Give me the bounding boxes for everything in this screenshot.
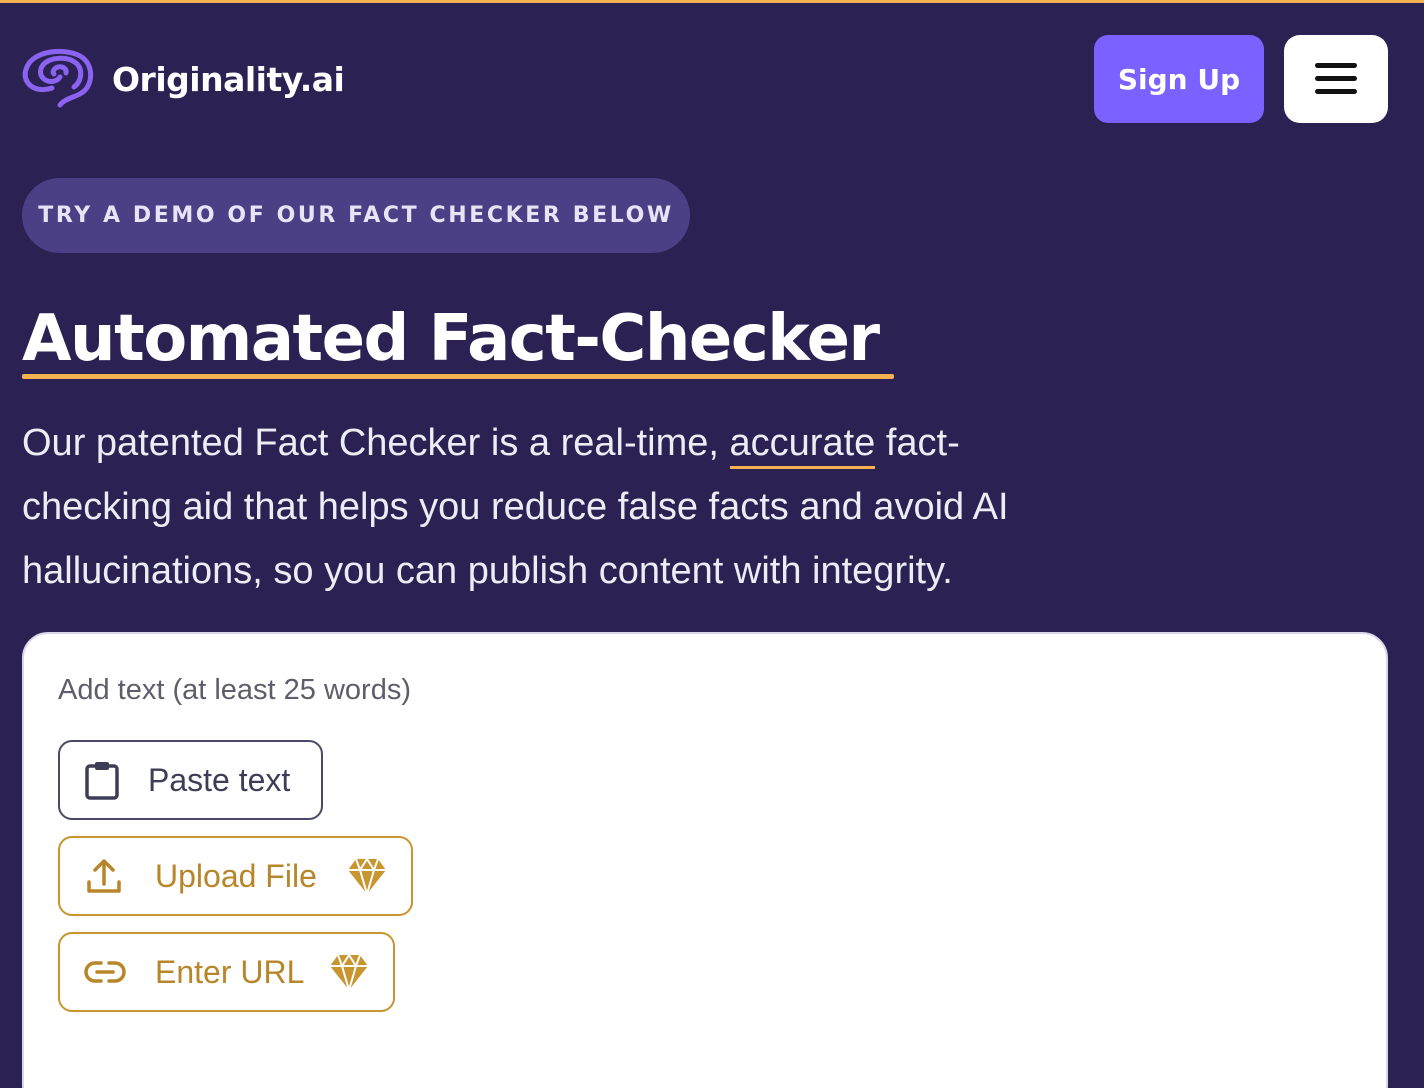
enter-url-button[interactable]: Enter URL xyxy=(58,932,395,1012)
sign-up-button[interactable]: Sign Up xyxy=(1094,35,1264,123)
enter-url-label: Enter URL xyxy=(155,954,305,990)
hamburger-menu-icon xyxy=(1315,63,1357,94)
fact-checker-card: Add text (at least 25 words) Paste text … xyxy=(22,632,1388,1088)
page-title: Automated Fact-Checker xyxy=(22,302,880,376)
diamond-icon xyxy=(328,952,370,994)
clipboard-icon xyxy=(84,760,120,800)
paste-text-button[interactable]: Paste text xyxy=(58,740,323,820)
site-header: Originality.ai Sign Up xyxy=(0,3,1424,153)
page: Originality.ai Sign Up TRY A DEMO OF OUR… xyxy=(0,0,1424,1088)
accurate-link[interactable]: accurate xyxy=(729,422,876,469)
upload-icon xyxy=(86,856,122,896)
upload-file-label: Upload File xyxy=(155,858,317,894)
logo[interactable]: Originality.ai xyxy=(20,47,345,111)
description-text-start: Our patented Fact Checker is a real-time… xyxy=(22,422,730,464)
text-input-placeholder[interactable]: Add text (at least 25 words) xyxy=(58,674,411,707)
brand-name: Originality.ai xyxy=(112,59,345,99)
menu-button[interactable] xyxy=(1284,35,1388,123)
hero-description: Our patented Fact Checker is a real-time… xyxy=(22,411,1102,603)
upload-file-button[interactable]: Upload File xyxy=(58,836,413,916)
title-underline xyxy=(22,374,894,379)
diamond-icon xyxy=(346,856,388,898)
paste-text-label: Paste text xyxy=(148,762,291,798)
link-icon xyxy=(84,954,126,990)
demo-badge: TRY A DEMO OF OUR FACT CHECKER BELOW xyxy=(22,178,690,253)
brain-icon xyxy=(22,48,94,108)
